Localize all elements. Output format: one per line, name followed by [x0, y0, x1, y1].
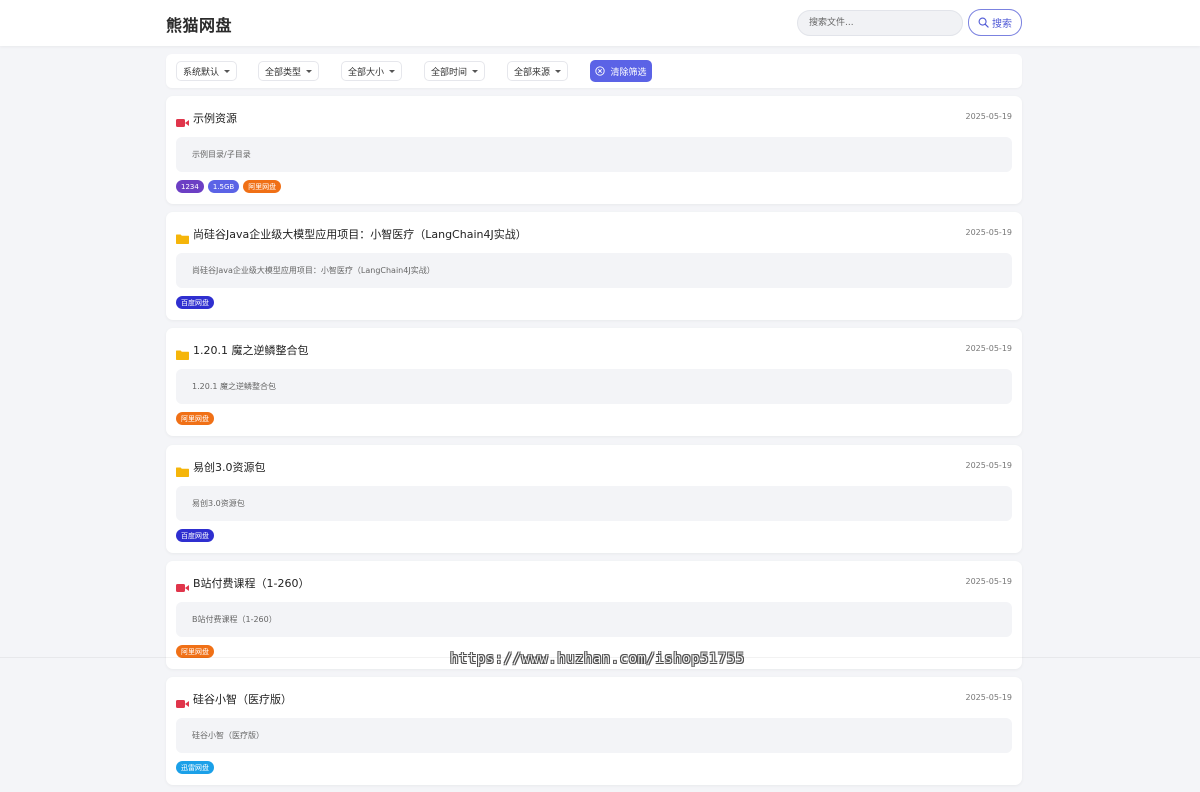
chevron-down-icon [472, 69, 479, 73]
filter-label: 系统默认 [183, 67, 220, 78]
video-icon [176, 694, 189, 708]
resource-date: 2025-05-19 [965, 344, 1013, 353]
resource-tags: 阿里网盘 [176, 412, 214, 425]
resource-tags: 迅雷网盘 [176, 761, 214, 774]
resource-tag: 迅雷网盘 [176, 761, 214, 774]
resource-date: 2025-05-19 [965, 693, 1013, 702]
folder-icon [176, 229, 189, 244]
search-icon [978, 17, 989, 28]
resource-path: 尚硅谷Java企业级大模型应用项目：小智医疗（LangChain4J实战） [176, 253, 1012, 288]
video-icon [176, 578, 189, 592]
watermark: https://www.huzhan.com/ishop51755 [450, 651, 745, 667]
filter-bar: 系统默认 全部类型 全部大小 全部时间 全部来源 清除筛选 [166, 54, 1022, 88]
filter-label: 全部时间 [431, 67, 468, 78]
chevron-down-icon [306, 69, 313, 73]
resource-tag: 1.5GB [207, 180, 240, 193]
resource-card[interactable]: 1.20.1 魔之逆鳞整合包 2025-05-19 1.20.1 魔之逆鳞整合包阿里… [166, 328, 1022, 436]
folder-icon [176, 345, 189, 360]
resource-tag: 阿里网盘 [176, 412, 214, 425]
search-button[interactable]: 搜索 [968, 9, 1022, 36]
resource-title[interactable]: 1.20.1 魔之逆鳞整合包 [193, 342, 308, 358]
source-filter-dropdown[interactable]: 全部来源 [507, 61, 569, 81]
resource-title[interactable]: 硅谷小智（医疗版） [193, 691, 292, 707]
time-filter-dropdown[interactable]: 全部时间 [424, 61, 486, 81]
clear-filters-label: 清除筛选 [610, 67, 647, 78]
clear-circle-icon [595, 66, 606, 76]
filter-label: 全部大小 [348, 67, 385, 78]
clear-filters-button[interactable]: 清除筛选 [590, 60, 652, 82]
top-header: 熊猫网盘 搜索 [0, 0, 1200, 46]
folder-icon [176, 462, 189, 477]
resource-tag: 1234 [176, 180, 204, 193]
sort-filter-dropdown[interactable]: 系统默认 [176, 61, 238, 81]
resource-card[interactable]: 易创3.0资源包 2025-05-19 易创3.0资源包百度网盘 [166, 445, 1022, 553]
filter-label: 全部来源 [514, 67, 551, 78]
resource-tag: 阿里网盘 [243, 180, 282, 193]
search-button-label: 搜索 [992, 19, 1012, 30]
chevron-down-icon [389, 69, 396, 73]
chevron-down-icon [224, 69, 231, 73]
resource-date: 2025-05-19 [965, 577, 1013, 586]
resource-card[interactable]: 尚硅谷Java企业级大模型应用项目：小智医疗（LangChain4J实战） 202… [166, 212, 1022, 320]
resource-tag: 百度网盘 [176, 296, 214, 309]
filter-label: 全部类型 [265, 67, 302, 78]
site-logo[interactable]: 熊猫网盘 [166, 12, 232, 36]
chevron-down-icon [555, 69, 562, 73]
resource-date: 2025-05-19 [965, 112, 1013, 121]
resource-title[interactable]: B站付费课程（1-260） [193, 575, 310, 591]
resource-title[interactable]: 尚硅谷Java企业级大模型应用项目：小智医疗（LangChain4J实战） [193, 226, 527, 242]
resource-title[interactable]: 示例资源 [193, 110, 237, 126]
resource-title[interactable]: 易创3.0资源包 [193, 459, 266, 475]
resource-tags: 百度网盘 [176, 296, 214, 309]
resource-tags: 百度网盘 [176, 529, 214, 542]
resource-card[interactable]: 示例资源 2025-05-19 示例目录/子目录 1234 1.5GB 阿里网盘 [166, 96, 1022, 204]
resource-date: 2025-05-19 [965, 461, 1013, 470]
resource-card[interactable]: 硅谷小智（医疗版） 2025-05-19 硅谷小智（医疗版） 迅雷网盘 [166, 677, 1022, 785]
video-icon [176, 113, 189, 127]
resource-path: 硅谷小智（医疗版） [176, 718, 1012, 753]
resource-tags: 1234 1.5GB 阿里网盘 [176, 180, 282, 193]
search-input[interactable] [797, 10, 963, 36]
size-filter-dropdown[interactable]: 全部大小 [341, 61, 403, 81]
type-filter-dropdown[interactable]: 全部类型 [258, 61, 320, 81]
resource-tag: 百度网盘 [176, 529, 214, 542]
resource-path: 易创3.0资源包 [176, 486, 1012, 521]
resource-date: 2025-05-19 [965, 228, 1013, 237]
resource-path: B站付费课程（1-260） [176, 602, 1012, 637]
resource-path: 示例目录/子目录 [176, 137, 1012, 172]
resource-path: 1.20.1 魔之逆鳞整合包 [176, 369, 1012, 404]
